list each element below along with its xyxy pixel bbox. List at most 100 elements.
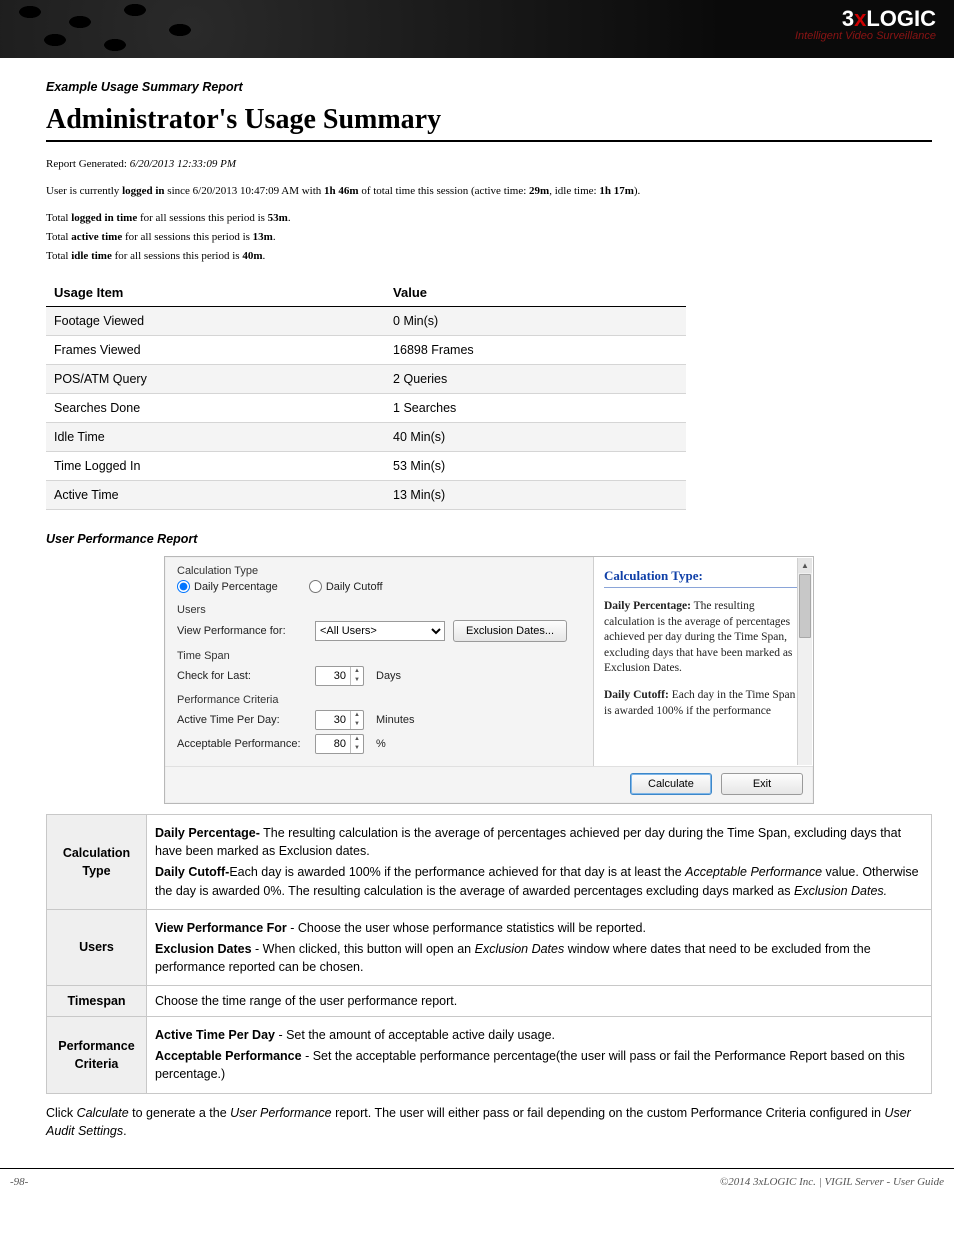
t: ). bbox=[634, 185, 640, 197]
table-row: Searches Done1 Searches bbox=[46, 394, 686, 423]
t: 53m bbox=[268, 212, 288, 224]
table-row: Time Logged In53 Min(s) bbox=[46, 452, 686, 481]
group-users: Users bbox=[177, 604, 583, 616]
definitions-table: Calculation Type Daily Percentage- The r… bbox=[46, 814, 932, 1093]
t: 1h 17m bbox=[599, 185, 634, 197]
logo-x: x bbox=[854, 6, 866, 31]
closing-paragraph: Click Calculate to generate a the User P… bbox=[46, 1104, 932, 1140]
scroll-thumb[interactable] bbox=[799, 574, 811, 638]
scroll-up-icon[interactable]: ▲ bbox=[798, 558, 812, 573]
t: Daily Cutoff- bbox=[155, 865, 229, 879]
t: 13m bbox=[253, 231, 273, 243]
timespan-spinner[interactable]: ▲▼ bbox=[315, 666, 364, 686]
table-row: Active Time13 Min(s) bbox=[46, 481, 686, 510]
def-users: Users bbox=[47, 909, 147, 985]
table-row: Footage Viewed0 Min(s) bbox=[46, 307, 686, 336]
radio-daily-cutoff-input[interactable] bbox=[309, 580, 322, 593]
logo-pre: 3 bbox=[842, 6, 854, 31]
t: for all sessions this period is bbox=[137, 212, 267, 224]
t: logged in time bbox=[71, 212, 137, 224]
label-check-for-last: Check for Last: bbox=[177, 670, 307, 682]
t: Acceptable Performance bbox=[685, 865, 822, 879]
spin-down-icon[interactable]: ▼ bbox=[351, 744, 363, 753]
timespan-input[interactable] bbox=[316, 667, 350, 685]
radio-daily-percentage-input[interactable] bbox=[177, 580, 190, 593]
t: 29m bbox=[529, 185, 549, 197]
t: Active Time Per Day bbox=[155, 1028, 275, 1042]
spin-up-icon[interactable]: ▲ bbox=[351, 735, 363, 744]
t: Exclusion Dates bbox=[155, 942, 252, 956]
banner-decor bbox=[0, 0, 300, 58]
t: - When clicked, this button will open an bbox=[252, 942, 475, 956]
user-performance-dialog: Calculation Type Daily Percentage Daily … bbox=[164, 556, 814, 804]
footer-right: ©2014 3xLOGIC Inc. | VIGIL Server - User… bbox=[720, 1176, 944, 1188]
t: Calculate bbox=[77, 1106, 129, 1120]
t: for all sessions this period is bbox=[122, 231, 252, 243]
table-row: Frames Viewed16898 Frames bbox=[46, 336, 686, 365]
unit-minutes: Minutes bbox=[376, 714, 415, 726]
spin-up-icon[interactable]: ▲ bbox=[351, 667, 363, 676]
t: View Performance For bbox=[155, 921, 287, 935]
table-row: Idle Time40 Min(s) bbox=[46, 423, 686, 452]
radio-label: Daily Percentage bbox=[194, 581, 278, 593]
usage-th-value: Value bbox=[385, 279, 686, 307]
usage-th-item: Usage Item bbox=[46, 279, 385, 307]
help-dc-label: Daily Cutoff: bbox=[604, 689, 669, 701]
t: The resulting calculation is the average… bbox=[155, 826, 901, 858]
brand-tagline: Intelligent Video Surveillance bbox=[795, 30, 936, 42]
gen-value: 6/20/2013 12:33:09 PM bbox=[130, 158, 236, 170]
group-calc-type: Calculation Type bbox=[177, 565, 583, 577]
radio-daily-cutoff[interactable]: Daily Cutoff bbox=[309, 580, 383, 593]
def-timespan: Timespan bbox=[47, 986, 147, 1017]
group-perf-criteria: Performance Criteria bbox=[177, 694, 583, 706]
group-timespan: Time Span bbox=[177, 650, 583, 662]
t: Daily Percentage- bbox=[155, 826, 260, 840]
brand-logo: 3xLOGIC bbox=[795, 6, 936, 32]
exit-button[interactable]: Exit bbox=[721, 773, 803, 795]
t: - Choose the user whose performance stat… bbox=[287, 921, 646, 935]
t: Click bbox=[46, 1106, 77, 1120]
accept-perf-input[interactable] bbox=[316, 735, 350, 753]
usage-table: Usage Item Value Footage Viewed0 Min(s) … bbox=[46, 279, 686, 510]
report-title: Administrator's Usage Summary bbox=[46, 104, 932, 142]
t: Total bbox=[46, 250, 71, 262]
t: logged in bbox=[122, 185, 164, 197]
t: Exclusion Dates bbox=[475, 942, 565, 956]
def-calc-type: Calculation Type bbox=[47, 815, 147, 910]
help-pane: Calculation Type: Daily Percentage: The … bbox=[593, 557, 813, 766]
t: . bbox=[273, 231, 276, 243]
help-title: Calculation Type: bbox=[604, 567, 803, 588]
t: Acceptable Performance bbox=[155, 1049, 302, 1063]
spin-up-icon[interactable]: ▲ bbox=[351, 711, 363, 720]
t: Each day is awarded 100% if the performa… bbox=[229, 865, 685, 879]
t: idle time bbox=[71, 250, 112, 262]
t: User is currently bbox=[46, 185, 122, 197]
t: of total time this session (active time: bbox=[359, 185, 529, 197]
section-title-1: Example Usage Summary Report bbox=[46, 80, 932, 94]
gen-label: Report Generated: bbox=[46, 158, 130, 170]
t: . bbox=[123, 1124, 126, 1138]
t: active time bbox=[71, 231, 122, 243]
users-select[interactable]: <All Users> bbox=[315, 621, 445, 641]
calculate-button[interactable]: Calculate bbox=[630, 773, 712, 795]
active-time-input[interactable] bbox=[316, 711, 350, 729]
logo-post: LOGIC bbox=[866, 6, 936, 31]
t: . bbox=[288, 212, 291, 224]
t: Total bbox=[46, 231, 71, 243]
t: to generate a the bbox=[129, 1106, 230, 1120]
t: Total bbox=[46, 212, 71, 224]
t: . bbox=[262, 250, 265, 262]
help-scrollbar[interactable]: ▲ bbox=[797, 558, 812, 765]
report-meta: Report Generated: 6/20/2013 12:33:09 PM … bbox=[46, 156, 932, 265]
spin-down-icon[interactable]: ▼ bbox=[351, 720, 363, 729]
spin-down-icon[interactable]: ▼ bbox=[351, 676, 363, 685]
active-time-spinner[interactable]: ▲▼ bbox=[315, 710, 364, 730]
t: Exclusion Dates. bbox=[794, 884, 887, 898]
label-accept-perf: Acceptable Performance: bbox=[177, 738, 307, 750]
accept-perf-spinner[interactable]: ▲▼ bbox=[315, 734, 364, 754]
header-banner: 3xLOGIC Intelligent Video Surveillance bbox=[0, 0, 954, 58]
unit-percent: % bbox=[376, 738, 386, 750]
exclusion-dates-button[interactable]: Exclusion Dates... bbox=[453, 620, 567, 642]
footer-page: -98- bbox=[10, 1176, 28, 1188]
radio-daily-percentage[interactable]: Daily Percentage bbox=[177, 580, 278, 593]
